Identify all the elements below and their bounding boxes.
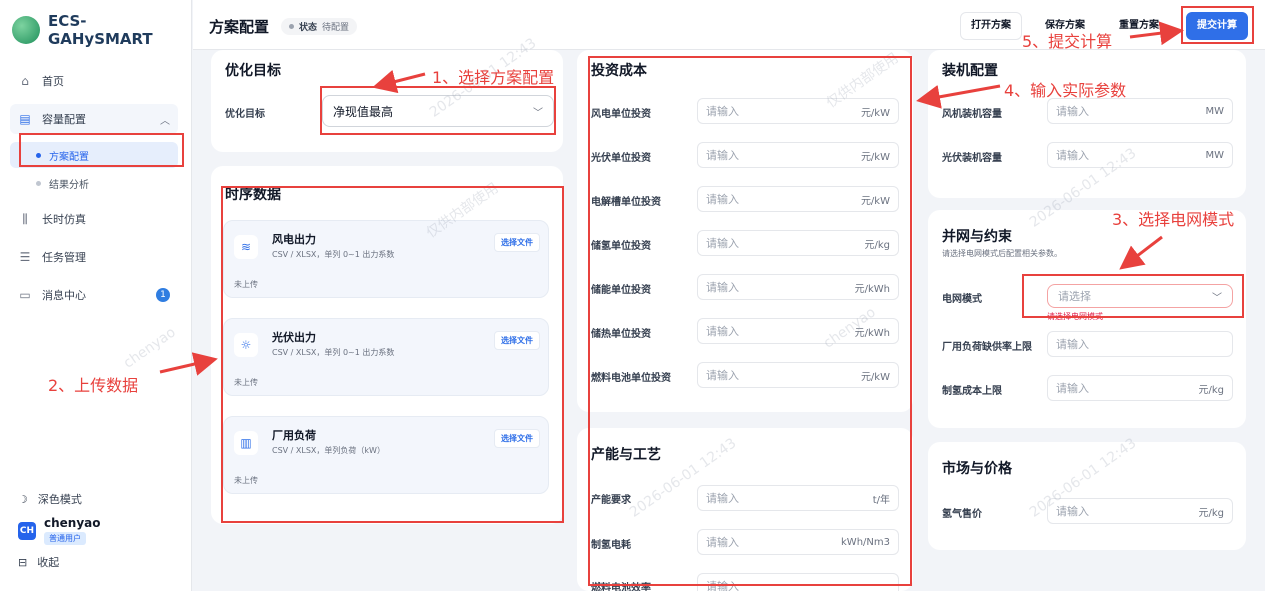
market-card: 市场与价格 氢气售价 请输入 元/kg [928, 442, 1246, 550]
user-profile[interactable]: CH chenyao 普通用户 [18, 516, 178, 545]
installed-title: 装机配置 [942, 63, 998, 79]
annotation-box-grid-mode [1022, 274, 1244, 318]
unit: MW [1205, 149, 1224, 161]
placeholder: 请输入 [1056, 338, 1089, 351]
sidebar-subitem-result-analysis[interactable]: 结果分析 [10, 170, 178, 196]
sidebar-item-label: 首页 [42, 75, 64, 88]
unit: 元/kg [1198, 507, 1224, 519]
status-label: 状态 [299, 23, 318, 33]
sidebar-item-long-sim[interactable]: ⫼ 长时仿真 [10, 204, 178, 234]
unit: 元/kg [1198, 384, 1224, 396]
field-label: 氢气售价 [942, 509, 982, 520]
wind-capacity-input[interactable]: 请输入 MW [1047, 98, 1233, 124]
collapse-label: 收起 [37, 556, 60, 569]
placeholder: 请输入 [1056, 149, 1089, 162]
sidebar-item-label: 消息中心 [42, 289, 86, 302]
sidebar-item-tasks[interactable]: ☰ 任务管理 [10, 242, 178, 272]
placeholder: 请输入 [1056, 382, 1089, 395]
status-badge: 状态 待配置 [281, 18, 358, 35]
pv-capacity-input[interactable]: 请输入 MW [1047, 142, 1233, 168]
chevron-up-icon: ︿ [160, 115, 170, 127]
annotation-step-5: 5、提交计算 [1022, 32, 1113, 51]
placeholder: 请输入 [1056, 505, 1089, 518]
grid-card: 并网与约束 请选择电网模式后配置相关参数。 电网模式 请选择 ﹀ 请选择电网模式… [928, 210, 1246, 428]
user-role-badge: 普通用户 [44, 532, 86, 545]
page-title: 方案配置 [209, 18, 270, 36]
sidebar-item-label: 任务管理 [42, 251, 86, 264]
installed-card: 装机配置 风机装机容量 请输入 MW 光伏装机容量 请输入 MW [928, 50, 1246, 198]
dark-mode-label: 深色模式 [37, 493, 82, 506]
dark-mode-toggle[interactable]: ☽ 深色模式 [18, 488, 178, 510]
sidebar: ECS-GAHySMART ⌂ 首页 ▤ 容量配置 ︿ 方案配置 结果分析 ⫼ … [0, 0, 192, 591]
open-scheme-button[interactable]: 打开方案 [960, 12, 1022, 40]
sidebar-bottom: ☽ 深色模式 CH chenyao 普通用户 ⊟ 收起 [18, 488, 178, 573]
annotation-box-optimization [320, 86, 556, 135]
h2-price-input[interactable]: 请输入 元/kg [1047, 498, 1233, 524]
annotation-step-4: 4、输入实际参数 [1004, 81, 1127, 100]
annotation-box-submit [1181, 6, 1254, 44]
optimization-label: 优化目标 [225, 109, 265, 120]
sidebar-item-home[interactable]: ⌂ 首页 [10, 66, 178, 96]
user-name: chenyao [44, 516, 101, 530]
market-title: 市场与价格 [942, 461, 1012, 477]
annotation-step-2: 2、上传数据 [48, 376, 139, 395]
field-label: 光伏装机容量 [942, 153, 1002, 164]
optimization-title: 优化目标 [225, 63, 281, 79]
dot-icon [36, 180, 41, 186]
avatar: CH [18, 521, 36, 540]
field-label: 厂用负荷缺供率上限 [942, 342, 1032, 353]
annotation-box-timeseries [221, 186, 564, 523]
load-shortage-input[interactable]: 请输入 [1047, 331, 1233, 357]
annotation-step-1: 1、选择方案配置 [432, 68, 555, 87]
moon-icon: ☽ [18, 492, 28, 506]
sidebar-nav: ⌂ 首页 ▤ 容量配置 ︿ 方案配置 结果分析 ⫼ 长时仿真 ☰ 任务管理 ▭ … [10, 66, 178, 318]
sidebar-item-label: 容量配置 [42, 113, 86, 126]
annotation-box-params [588, 56, 912, 586]
bar-icon: ⫼ [22, 211, 28, 226]
collapse-icon: ⊟ [18, 555, 28, 569]
grid-subtitle: 请选择电网模式后配置相关参数。 [942, 249, 1062, 258]
status-dot-icon [289, 24, 294, 29]
h2-cost-limit-input[interactable]: 请输入 元/kg [1047, 375, 1233, 401]
grid-title: 并网与约束 [942, 229, 1012, 245]
annotation-step-3: 3、选择电网模式 [1112, 210, 1235, 229]
placeholder: 请输入 [1056, 105, 1089, 118]
field-label: 制氢成本上限 [942, 386, 1002, 397]
sidebar-item-label: 长时仿真 [42, 213, 86, 226]
grid-mode-label: 电网模式 [942, 294, 982, 305]
unit: MW [1205, 105, 1224, 117]
message-icon: ▭ [19, 288, 31, 302]
chart-icon: ▤ [19, 112, 31, 126]
sidebar-subitem-label: 结果分析 [49, 179, 89, 191]
message-count-badge: 1 [156, 288, 170, 302]
collapse-button[interactable]: ⊟ 收起 [18, 551, 178, 573]
field-label: 风机装机容量 [942, 109, 1002, 120]
sidebar-item-capacity[interactable]: ▤ 容量配置 ︿ [10, 104, 178, 134]
logo-icon [12, 16, 40, 44]
app-name: ECS-GAHySMART [47, 12, 153, 48]
list-icon: ☰ [19, 250, 31, 264]
reset-scheme-button[interactable]: 重置方案 [1109, 12, 1169, 40]
app-logo[interactable]: ECS-GAHySMART [12, 12, 191, 48]
annotation-box-nav [19, 133, 184, 167]
sidebar-item-messages[interactable]: ▭ 消息中心 1 [10, 280, 178, 310]
status-value: 待配置 [322, 23, 350, 33]
home-icon: ⌂ [21, 74, 29, 88]
